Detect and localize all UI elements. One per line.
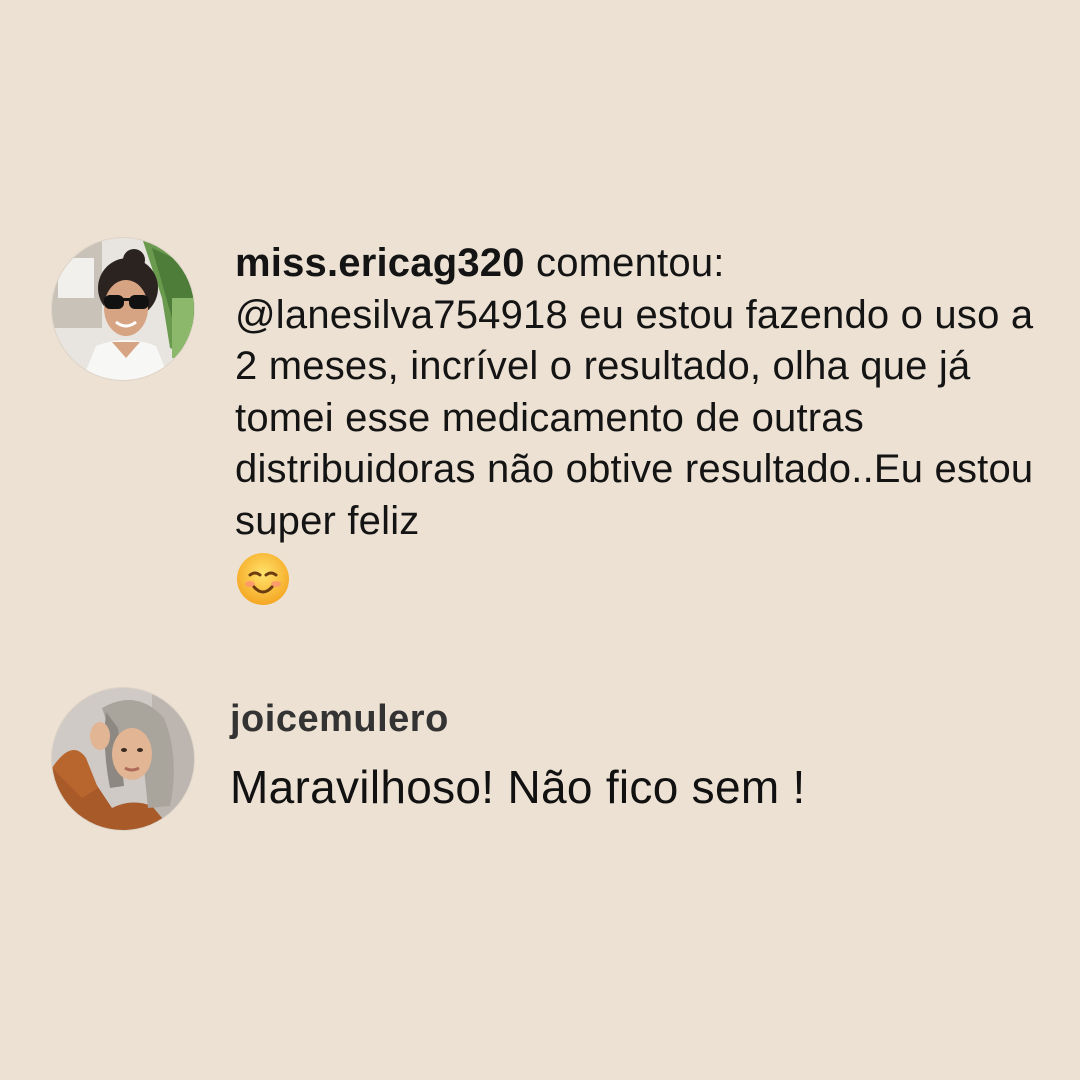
comment-username[interactable]: miss.ericag320: [235, 241, 525, 285]
comment-text: @lanesilva754918 eu estou fazendo o uso …: [235, 292, 1034, 543]
avatar[interactable]: [52, 238, 194, 380]
comment-action: comentou:: [536, 241, 725, 285]
comment-body: miss.ericag320 comentou: @lanesilva75491…: [235, 238, 1055, 607]
comment-item: miss.ericag320 comentou: @lanesilva75491…: [0, 230, 1080, 620]
comment-username[interactable]: joicemulero: [230, 698, 449, 741]
avatar-photo: [52, 238, 194, 380]
comment-item: joicemulero Maravilhoso! Não fico sem !: [0, 688, 1080, 838]
avatar[interactable]: [52, 688, 194, 830]
avatar-photo: [52, 688, 194, 830]
smiling-face-icon: [237, 553, 289, 605]
comment-text: Maravilhoso! Não fico sem !: [230, 761, 806, 813]
